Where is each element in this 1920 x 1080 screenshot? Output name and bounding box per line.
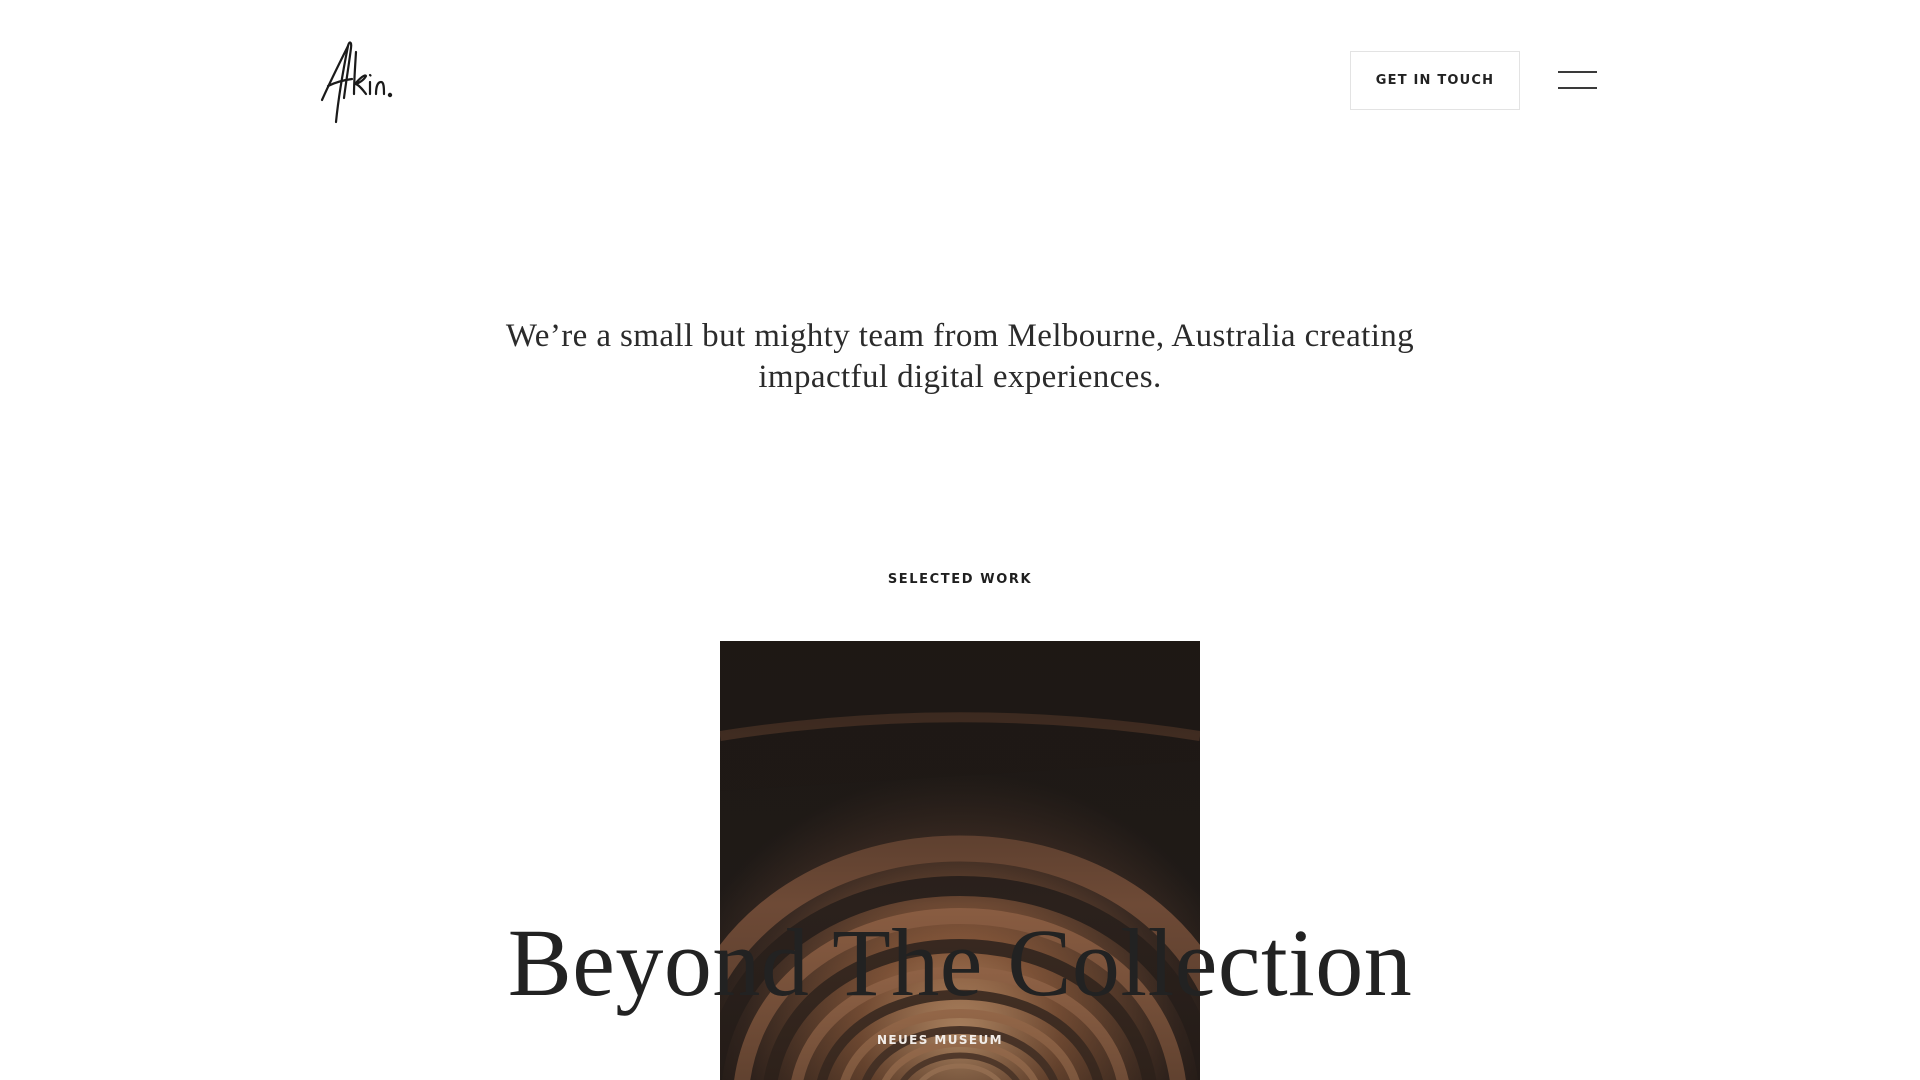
- menu-line: [1558, 71, 1597, 73]
- intro-tagline: We’re a small but mighty team from Melbo…: [505, 318, 1415, 395]
- selected-work-label: SELECTED WORK: [887, 572, 1033, 587]
- menu-line: [1558, 87, 1597, 89]
- hamburger-menu-icon[interactable]: [1556, 66, 1600, 96]
- project-title[interactable]: Beyond The Collection: [360, 908, 1560, 1018]
- project-client-label: NEUES MUSEUM: [876, 1033, 1003, 1047]
- get-in-touch-button[interactable]: GET IN TOUCH: [1350, 51, 1520, 110]
- akin-signature-logo: [320, 41, 393, 124]
- site-logo[interactable]: [318, 38, 396, 124]
